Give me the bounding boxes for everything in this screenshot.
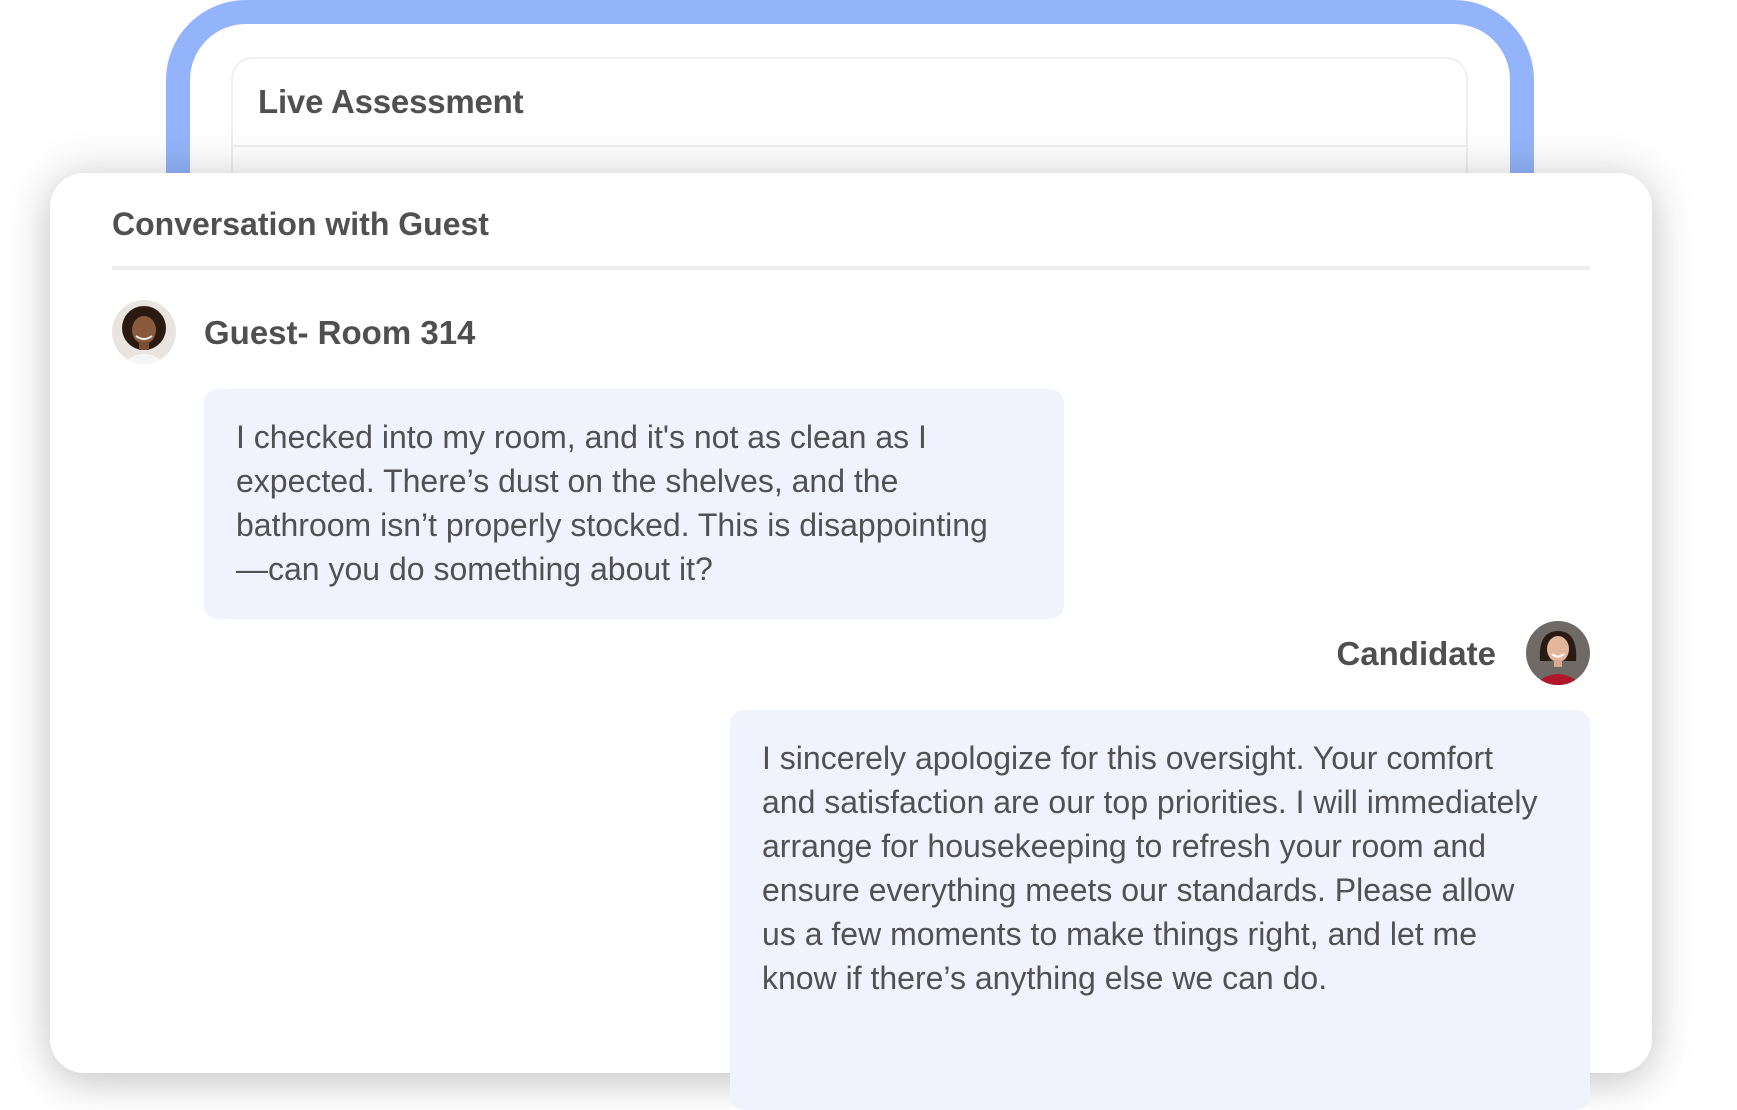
live-assessment-title: Live Assessment: [258, 83, 524, 120]
conversation-divider: [112, 266, 1590, 270]
candidate-avatar: [1526, 621, 1590, 685]
guest-name: Guest- Room 314: [204, 314, 476, 351]
message-line: ensure everything meets our standards. P…: [762, 872, 1515, 908]
message-line: —can you do something about it?: [236, 551, 713, 587]
guest-message-bubble: I checked into my room, and it's not as …: [204, 389, 1064, 619]
conversation-panel: Conversation with Guest Guest- Room 314 …: [50, 173, 1652, 1110]
candidate-message-bubble: I sincerely apologize for this oversight…: [730, 710, 1590, 1110]
candidate-avatar-photo-icon: [1526, 621, 1590, 685]
candidate-name: Candidate: [1336, 635, 1496, 672]
message-line: bathroom isn’t properly stocked. This is…: [236, 507, 988, 543]
message-line: and satisfaction are our top priorities.…: [762, 784, 1538, 820]
conversation-title: Conversation with Guest: [112, 206, 489, 242]
message-line: us a few moments to make things right, a…: [762, 916, 1477, 952]
message-line: know if there’s anything else we can do.: [762, 960, 1328, 996]
guest-avatar-photo-icon: [112, 300, 176, 364]
message-line: arrange for housekeeping to refresh your…: [762, 828, 1486, 864]
live-assessment-divider: [233, 145, 1466, 147]
guest-avatar: [112, 300, 176, 364]
message-line: expected. There’s dust on the shelves, a…: [236, 463, 899, 499]
message-line: I sincerely apologize for this oversight…: [762, 740, 1494, 776]
message-line: I checked into my room, and it's not as …: [236, 419, 927, 455]
